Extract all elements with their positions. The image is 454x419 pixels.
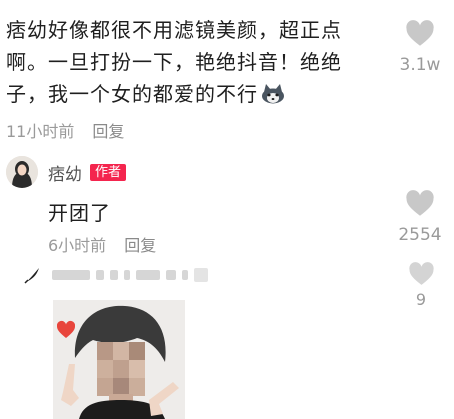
reply-author-row: 痞幼 作者 [48,160,127,185]
main-comment-text: 痞幼好像都很不用滤镜美颜，超正点啊。一旦打扮一下，艳绝抖音！绝绝子，我一个女的都… [6,14,381,110]
main-comment-reply-button[interactable]: 回复 [92,118,124,142]
main-comment-time: 11小时前 [6,122,75,141]
main-comment-like[interactable]: 3.1w [393,20,447,75]
main-comment-body: 痞幼好像都很不用滤镜美颜，超正点啊。一旦打扮一下，艳绝抖音！绝绝子，我一个女的都… [6,18,342,106]
main-comment-meta: 11小时前 回复 [6,118,124,142]
reply-like-count: 2554 [398,225,442,245]
third-comment-like-count: 9 [415,290,427,309]
third-comment-like[interactable]: 9 [394,262,448,309]
avatar[interactable] [6,156,38,188]
comment-photo[interactable] [53,300,185,419]
reply-text: 开团了 [48,201,111,225]
husky-dog-emoji-icon [262,84,284,104]
heart-icon[interactable] [405,190,435,217]
reply-reply-button[interactable]: 回复 [124,232,156,256]
reply-like[interactable]: 2554 [393,190,447,245]
reply-time: 6小时前 [48,236,107,255]
heart-icon[interactable] [405,20,435,47]
main-comment-like-count: 3.1w [399,55,441,75]
blurred-username [52,268,208,282]
heart-icon[interactable] [408,262,435,286]
feather-icon [24,268,39,284]
author-badge: 作者 [90,164,127,181]
reply-author-name[interactable]: 痞幼 [48,160,82,185]
reply-meta: 6小时前 回复 [48,232,156,256]
